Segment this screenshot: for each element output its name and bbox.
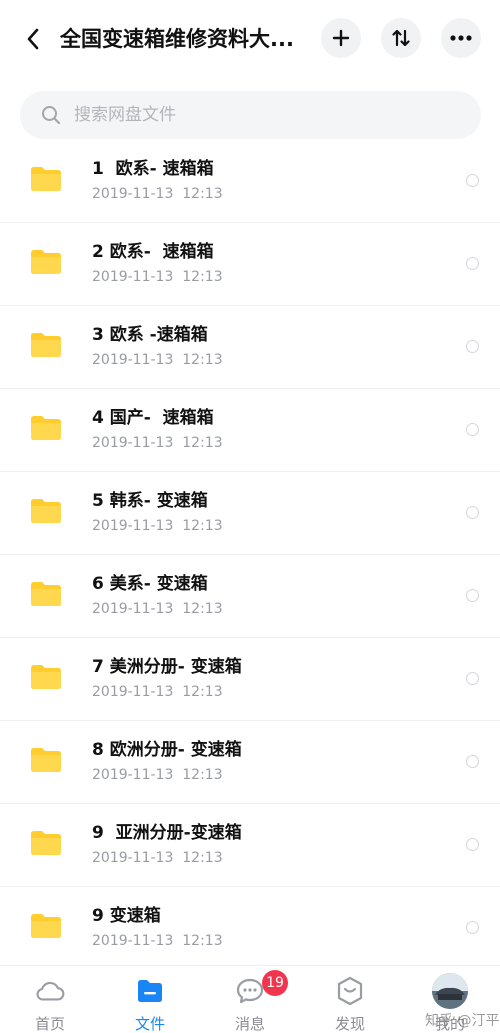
tab-discover[interactable]: 发现 xyxy=(300,966,400,1033)
file-row[interactable]: 4 国产- 速箱箱 2019-11-13 12:13 xyxy=(0,389,500,472)
file-row[interactable]: 3 欧系 -速箱箱 2019-11-13 12:13 xyxy=(0,306,500,389)
folder-icon xyxy=(31,582,61,606)
file-row[interactable]: 8 欧洲分册- 变速箱 2019-11-13 12:13 xyxy=(0,721,500,804)
file-date: 2019-11-13 12:13 xyxy=(92,850,223,866)
select-radio[interactable] xyxy=(466,257,479,270)
select-radio[interactable] xyxy=(466,423,479,436)
page-title: 全国变速箱维修资料大... xyxy=(60,27,294,51)
select-radio[interactable] xyxy=(466,838,479,851)
messages-badge: 19 xyxy=(262,970,288,996)
search-icon xyxy=(40,104,62,126)
folder-icon xyxy=(31,333,61,357)
select-radio[interactable] xyxy=(466,340,479,353)
file-row[interactable]: 2 欧系- 速箱箱 2019-11-13 12:13 xyxy=(0,223,500,306)
file-row[interactable]: 5 韩系- 变速箱 2019-11-13 12:13 xyxy=(0,472,500,555)
file-date: 2019-11-13 12:13 xyxy=(92,767,223,783)
folder-icon xyxy=(31,914,61,938)
tab-discover-label: 发现 xyxy=(334,1015,365,1033)
file-name: 8 欧洲分册- 变速箱 xyxy=(92,740,242,760)
select-radio[interactable] xyxy=(466,672,479,685)
watermark: 知乎 @汀平 xyxy=(425,1013,500,1029)
folder-icon xyxy=(31,499,61,523)
add-button[interactable] xyxy=(321,18,361,58)
tab-files[interactable]: 文件 xyxy=(100,966,200,1033)
back-arrow-icon xyxy=(27,28,39,50)
folder-icon xyxy=(31,665,61,689)
file-row[interactable]: 9 亚洲分册-变速箱 2019-11-13 12:13 xyxy=(0,804,500,887)
tab-home[interactable]: 首页 xyxy=(0,966,100,1033)
file-name: 9 变速箱 xyxy=(92,906,161,926)
file-date: 2019-11-13 12:13 xyxy=(92,933,223,949)
select-radio[interactable] xyxy=(466,755,479,768)
select-radio[interactable] xyxy=(466,506,479,519)
file-list: 1 欧系- 速箱箱 2019-11-13 12:13 2 欧系- 速箱箱 2019-1… xyxy=(0,140,500,970)
file-date: 2019-11-13 12:13 xyxy=(92,269,223,285)
file-row[interactable]: 9 变速箱 2019-11-13 12:13 xyxy=(0,887,500,970)
file-date: 2019-11-13 12:13 xyxy=(92,435,223,451)
search-input[interactable] xyxy=(74,105,434,125)
file-name: 5 韩系- 变速箱 xyxy=(92,491,208,511)
sort-icon xyxy=(392,29,410,47)
file-name: 6 美系- 变速箱 xyxy=(92,574,208,594)
select-radio[interactable] xyxy=(466,921,479,934)
folder-icon xyxy=(31,748,61,772)
sort-button[interactable] xyxy=(381,18,421,58)
folder-icon xyxy=(31,416,61,440)
more-button[interactable] xyxy=(441,18,481,58)
search-bar[interactable] xyxy=(20,91,481,139)
avatar-image xyxy=(432,973,468,1009)
file-date: 2019-11-13 12:13 xyxy=(92,684,223,700)
plus-icon xyxy=(332,29,350,47)
file-name: 4 国产- 速箱箱 xyxy=(92,408,214,428)
file-name: 7 美洲分册- 变速箱 xyxy=(92,657,242,677)
tab-home-label: 首页 xyxy=(34,1015,65,1033)
select-radio[interactable] xyxy=(466,589,479,602)
file-date: 2019-11-13 12:13 xyxy=(92,518,223,534)
folder-icon xyxy=(31,250,61,274)
file-row[interactable]: 7 美洲分册- 变速箱 2019-11-13 12:13 xyxy=(0,638,500,721)
select-radio[interactable] xyxy=(466,174,479,187)
cloud-icon xyxy=(35,976,65,1006)
file-date: 2019-11-13 12:13 xyxy=(92,186,223,202)
chat-icon xyxy=(235,976,265,1006)
tab-messages-label: 消息 xyxy=(234,1015,265,1033)
folder-icon xyxy=(135,976,165,1006)
file-name: 2 欧系- 速箱箱 xyxy=(92,242,214,262)
more-dots-icon xyxy=(450,35,472,41)
folder-icon xyxy=(31,167,61,191)
back-button[interactable] xyxy=(18,22,48,56)
file-name: 9 亚洲分册-变速箱 xyxy=(92,823,242,843)
tab-files-label: 文件 xyxy=(134,1015,165,1033)
discover-icon xyxy=(335,976,365,1006)
file-name: 3 欧系 -速箱箱 xyxy=(92,325,208,345)
top-bar: 全国变速箱维修资料大... xyxy=(0,0,500,78)
avatar[interactable] xyxy=(432,973,468,1009)
file-date: 2019-11-13 12:13 xyxy=(92,352,223,368)
file-row[interactable]: 1 欧系- 速箱箱 2019-11-13 12:13 xyxy=(0,140,500,223)
file-row[interactable]: 6 美系- 变速箱 2019-11-13 12:13 xyxy=(0,555,500,638)
file-name: 1 欧系- 速箱箱 xyxy=(92,159,214,179)
folder-icon xyxy=(31,831,61,855)
file-date: 2019-11-13 12:13 xyxy=(92,601,223,617)
